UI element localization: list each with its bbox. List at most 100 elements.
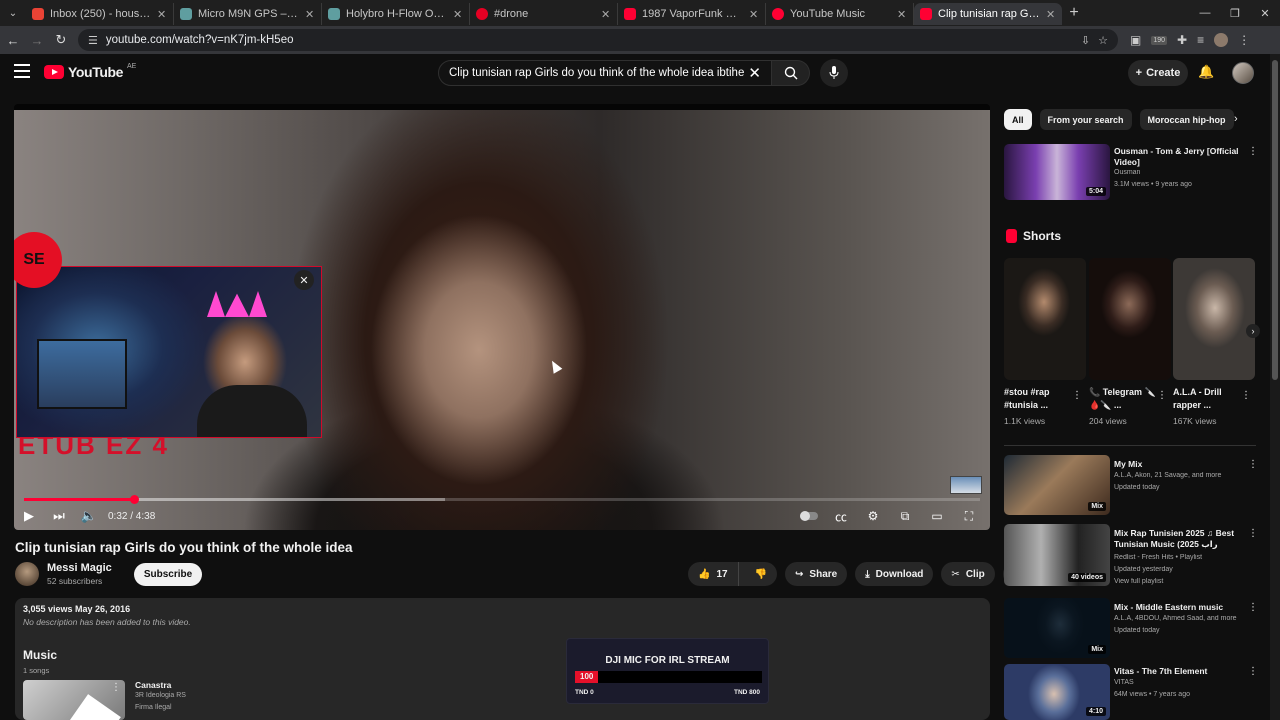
description-box[interactable]: 3,055 views May 26, 2016 No description … — [15, 598, 990, 720]
page-scrollbar[interactable] — [1270, 54, 1280, 720]
fullscreen-icon[interactable]: ⛶ — [954, 509, 984, 524]
chevron-right-icon[interactable]: › — [1234, 113, 1238, 125]
scrollbar-thumb[interactable] — [1272, 60, 1278, 380]
close-tab-icon[interactable]: ✕ — [601, 8, 611, 21]
chip-moroccan-hip-hop[interactable]: Moroccan hip-hop — [1139, 109, 1234, 130]
site-info-icon[interactable]: ☰ — [88, 34, 98, 47]
seek-knob[interactable] — [129, 495, 139, 504]
video-player[interactable]: SE ✕ ETUB EZ 4 ▶ ⏭ 🔈 0:32 / 4:38 ㏄ ⚙ ⧉ ▭… — [14, 104, 990, 530]
video-thumbnail[interactable]: 40 videos — [1004, 524, 1110, 586]
browser-tab[interactable]: Micro M9N GPS – Holybro Store ✕ — [174, 3, 322, 25]
theater-mode-icon[interactable]: ▭ — [922, 509, 952, 523]
song-more-icon[interactable]: ⋮ — [111, 682, 121, 693]
dislike-button[interactable]: 👎 — [745, 569, 777, 580]
short-title[interactable]: A.L.A - Drill rapper ... — [1173, 386, 1241, 412]
browser-tab[interactable]: YouTube Music ✕ — [766, 3, 914, 25]
more-options-icon[interactable]: ⋮ — [1248, 528, 1258, 539]
settings-gear-icon[interactable]: ⚙ — [858, 509, 888, 523]
song-artwork[interactable] — [23, 680, 125, 720]
notifications-bell-icon[interactable]: 🔔 — [1198, 64, 1214, 80]
related-video[interactable]: 40 videos Mix Rap Tunisien 2025 ♫ Best T… — [1004, 524, 1262, 586]
related-video[interactable]: Mix Mix - Middle Eastern music A.L.A, 4B… — [1004, 598, 1262, 658]
like-button[interactable]: 👍 17 — [688, 562, 739, 586]
related-video-title[interactable]: Mix - Middle Eastern music — [1114, 602, 1246, 613]
related-video-line1[interactable]: VITAS — [1114, 679, 1246, 686]
puzzle-icon[interactable]: ✚ — [1177, 33, 1187, 47]
install-icon[interactable]: ⇩ — [1081, 34, 1090, 47]
more-options-icon[interactable]: ⋮ — [1072, 390, 1082, 401]
captions-icon[interactable]: ㏄ — [826, 508, 856, 525]
related-video-title[interactable]: Ousman - Tom & Jerry [Official Video] — [1114, 146, 1246, 168]
related-video-title[interactable]: Mix Rap Tunisien 2025 ♫ Best Tunisian Mu… — [1114, 528, 1246, 550]
new-tab-button[interactable]: + — [1062, 4, 1086, 22]
miniplayer-icon[interactable]: ⧉ — [890, 509, 920, 524]
seek-bar[interactable] — [24, 495, 980, 504]
chip-all[interactable]: All — [1004, 109, 1032, 130]
search-button[interactable] — [772, 60, 810, 86]
channel-watermark[interactable] — [950, 476, 982, 494]
back-icon[interactable]: ← — [2, 26, 24, 54]
close-tab-icon[interactable]: ✕ — [305, 8, 315, 21]
chip-from-your-search[interactable]: From your search — [1039, 109, 1132, 130]
clear-search-icon[interactable]: ✕ — [748, 64, 761, 82]
related-video[interactable]: 4:10 Vitas - The 7th Element VITAS 64M v… — [1004, 664, 1262, 720]
related-video-channel[interactable]: Ousman — [1114, 169, 1246, 176]
song-title[interactable]: Canastra — [135, 680, 171, 690]
search-input[interactable]: Clip tunisian rap Girls do you think of … — [438, 60, 772, 86]
more-options-icon[interactable]: ⋮ — [1248, 146, 1258, 157]
more-options-icon[interactable]: ⋮ — [1248, 666, 1258, 677]
more-options-icon[interactable]: ⋮ — [1248, 459, 1258, 470]
short-thumbnail[interactable] — [1004, 258, 1086, 380]
video-thumbnail[interactable]: 4:10 — [1004, 664, 1110, 720]
voice-search-button[interactable] — [820, 59, 848, 87]
youtube-logo[interactable]: YouTube AE — [44, 63, 136, 80]
tab-search-icon[interactable]: ⌄ — [0, 0, 26, 26]
browser-tab-active[interactable]: Clip tunisian rap Girls do yo ✕ — [914, 3, 1062, 25]
more-options-icon[interactable]: ⋮ — [1157, 390, 1167, 401]
close-tab-icon[interactable]: ✕ — [157, 8, 167, 21]
browser-tab[interactable]: 1987 VaporFunk Soul King Vin ✕ — [618, 3, 766, 25]
volume-icon[interactable]: 🔈 — [74, 508, 104, 524]
short-title[interactable]: #stou #rap #tunisia ... — [1004, 386, 1072, 412]
short-thumbnail[interactable] — [1089, 258, 1171, 380]
account-avatar[interactable] — [1232, 62, 1254, 84]
video-thumbnail[interactable]: Mix — [1004, 455, 1110, 515]
browser-menu-icon[interactable]: ⋮ — [1238, 33, 1250, 47]
extension-icon[interactable]: ▣ — [1130, 33, 1141, 47]
tab-search-icon[interactable]: ≡ — [1197, 33, 1204, 47]
minimize-icon[interactable]: — — [1190, 0, 1220, 26]
related-video-title[interactable]: Vitas - The 7th Element — [1114, 666, 1246, 677]
play-icon[interactable]: ▶ — [14, 508, 44, 524]
profile-avatar[interactable] — [1214, 33, 1229, 47]
short-title[interactable]: 📞 Telegram 🔪🩸🔪 ... — [1089, 386, 1157, 412]
close-tab-icon[interactable]: ✕ — [453, 8, 463, 21]
channel-name[interactable]: Messi Magic — [47, 562, 112, 574]
related-video[interactable]: Mix My Mix A.L.A, Akon, 21 Savage, and m… — [1004, 455, 1262, 515]
restore-icon[interactable]: ❐ — [1220, 0, 1250, 26]
close-tab-icon[interactable]: ✕ — [897, 8, 907, 21]
next-icon[interactable]: ⏭ — [44, 508, 74, 524]
shorts-next-icon[interactable]: › — [1246, 324, 1260, 338]
download-button[interactable]: ⤓ Download — [855, 562, 934, 586]
address-bar[interactable]: ☰ youtube.com/watch?v=nK7jm-kH5eo ⇩ ☆ — [78, 29, 1118, 51]
related-video[interactable]: 5:04 Ousman - Tom & Jerry [Official Vide… — [1004, 144, 1262, 200]
video-thumbnail[interactable]: Mix — [1004, 598, 1110, 658]
extension-badge[interactable]: 190 — [1151, 35, 1168, 45]
browser-tab[interactable]: Inbox (250) - houssemhajji00@ ✕ — [26, 3, 174, 25]
related-video-title[interactable]: My Mix — [1114, 459, 1246, 470]
close-tab-icon[interactable]: ✕ — [749, 8, 759, 21]
browser-tab[interactable]: #drone ✕ — [470, 3, 618, 25]
close-window-icon[interactable]: ✕ — [1250, 0, 1280, 26]
view-full-playlist-link[interactable]: View full playlist — [1114, 578, 1246, 585]
subscribe-button[interactable]: Subscribe — [133, 562, 203, 586]
more-options-icon[interactable]: ⋮ — [1241, 390, 1251, 401]
short-thumbnail[interactable] — [1173, 258, 1255, 380]
channel-avatar[interactable] — [15, 562, 39, 586]
menu-icon[interactable] — [14, 64, 30, 78]
reload-icon[interactable]: ↻ — [50, 26, 72, 54]
bookmark-star-icon[interactable]: ☆ — [1098, 34, 1108, 47]
autoplay-toggle[interactable] — [794, 509, 824, 523]
share-button[interactable]: ↪ Share — [785, 562, 848, 586]
create-button[interactable]: + Create — [1128, 60, 1188, 86]
close-tab-icon[interactable]: ✕ — [1046, 8, 1056, 21]
